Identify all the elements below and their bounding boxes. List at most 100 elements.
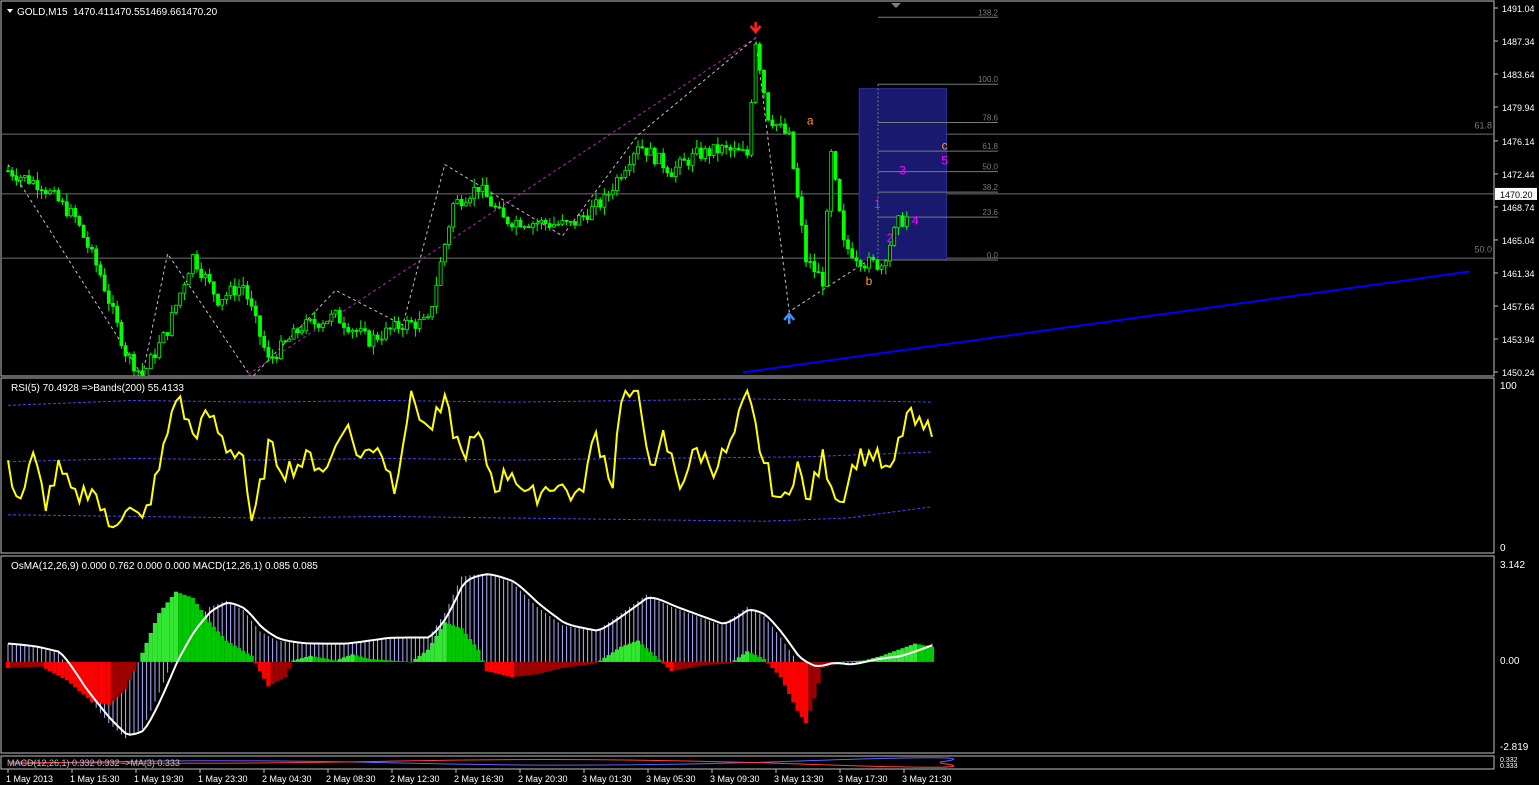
osma-bar [526,661,531,676]
candle-body [308,319,313,321]
candle-body [493,205,498,208]
candle-body [489,196,493,207]
candle-body [589,206,594,220]
rsi-title: RSI(5) 70.4928 =>Bands(200) 55.4133 [11,383,184,394]
candle-body [451,203,456,228]
candle-body [14,175,19,181]
candle-body [203,273,208,279]
candle-body [862,265,867,269]
osma-bar [719,661,725,664]
candle-body [224,294,229,301]
price-tick-label: 1487.34 [1502,37,1535,47]
candle-body [81,224,86,238]
osma-bar [56,661,61,676]
candle-body [598,199,603,208]
candle-body [333,310,338,315]
candle-body [833,151,838,180]
fibo-level-label: 38.2 [982,183,998,192]
time-tick-label: 2 May 20:30 [518,774,568,784]
candle-body [568,221,573,223]
candle-body [673,166,678,177]
time-tick-label: 3 May 09:30 [710,774,760,784]
osma-bar [593,661,599,664]
osma-bar [220,635,225,662]
osma-bar [602,657,607,662]
candle-body [699,147,703,159]
candle-body [652,147,657,165]
candle-body [60,200,65,203]
osma-bar [253,661,258,664]
fibo-level-label: 0.0 [987,251,999,260]
candle-body [531,222,535,228]
osma-bar [60,661,65,678]
candle-body [442,244,447,263]
candle-body [787,131,792,134]
candle-body [459,198,464,207]
candle-body [799,196,804,226]
candle-body [405,320,409,330]
osma-bar [736,657,741,662]
candle-body [564,220,569,222]
candle-body [417,318,422,329]
candle-body [526,226,531,228]
osma-bar [472,644,477,662]
osma-bar [362,657,368,662]
osma-bar [169,597,174,662]
candle-body [182,284,187,294]
candle-body [888,245,892,262]
osma-bar [766,661,771,664]
ohlc-high: 1470.55 [109,7,146,18]
osma-bar [304,656,309,662]
osma-bar [64,661,69,681]
candle-body [535,222,540,225]
osma-bar [375,659,380,662]
osma-bar [841,661,846,663]
candle-body [119,322,124,347]
candle-body [732,148,737,151]
osma-bar [31,661,36,667]
candle-body [127,354,132,357]
osma-bar [115,661,120,698]
osma-bar [400,661,405,662]
candle-body [514,219,519,228]
candle-body [178,292,183,306]
osma-bar [295,659,300,662]
candle-body [329,313,334,322]
candle-body [505,216,510,225]
candle-body [510,223,514,228]
osma-bar [434,635,439,662]
candle-body [678,158,682,168]
candle-body [426,316,430,319]
osma-bar [686,661,691,669]
trading-terminal[interactable]: 61.850.0 138.2100.078.661.850.038.223.60… [0,0,1539,785]
osma-bar [606,655,611,662]
osma-bar [451,625,456,662]
osma-bar [543,661,548,673]
price-tick-label: 1491.04 [1502,4,1535,14]
osma-bar [656,659,662,662]
osma-bar [144,642,149,662]
candle-body [497,206,502,209]
price-tick-label: 1453.94 [1502,335,1535,345]
osma-bar [497,661,502,675]
osma-bar [761,658,767,662]
osma-bar [488,661,494,673]
osma-bar [724,661,729,664]
candle-body [636,146,640,155]
osma-bar [644,648,649,662]
osma-bar [518,661,523,677]
wave-label: a [807,113,814,127]
candle-body [346,327,351,333]
candle-body [749,102,754,156]
osma-bar [392,660,397,662]
osma-bar [136,661,141,663]
candle-body [115,305,120,323]
osma-bar [131,661,137,672]
osma-bar [287,661,292,669]
candle-body [56,190,61,202]
candle-body [774,123,779,127]
wave-label: b [866,274,873,288]
time-tick-label: 2 May 08:30 [326,774,376,784]
candle-body [186,273,191,286]
chart-title: GOLD,M15 [17,7,68,18]
